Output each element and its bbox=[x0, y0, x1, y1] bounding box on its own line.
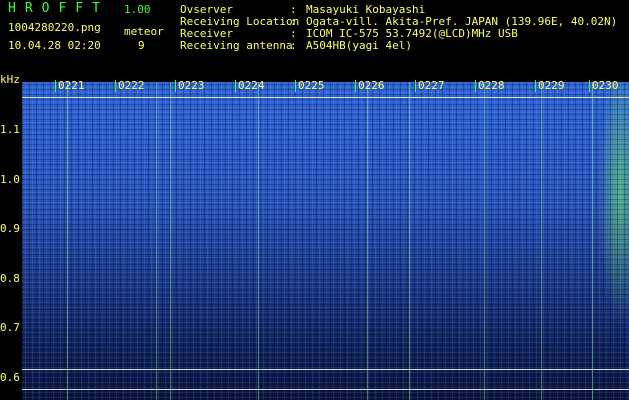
time-marker-label: 0225 bbox=[298, 79, 325, 92]
frequency-tick: 1.1 bbox=[0, 123, 20, 136]
time-marker-bar bbox=[235, 80, 236, 92]
meteor-streak bbox=[67, 82, 68, 400]
time-marker-label: 0226 bbox=[358, 79, 385, 92]
time-marker-label: 0228 bbox=[478, 79, 505, 92]
bottom-reference-line bbox=[22, 389, 629, 390]
time-marker-bar bbox=[355, 80, 356, 92]
recording-datetime: 10.04.28 02:20 bbox=[8, 39, 101, 52]
time-marker-bar bbox=[115, 80, 116, 92]
time-marker-bar bbox=[415, 80, 416, 92]
meteor-streak bbox=[592, 82, 593, 400]
frequency-tick: 0.9 bbox=[0, 222, 20, 235]
time-marker-bar bbox=[589, 80, 590, 92]
frequency-axis-unit: kHz bbox=[0, 73, 20, 86]
time-marker-bar bbox=[55, 80, 56, 92]
file-name: 1004280220.png bbox=[8, 21, 101, 34]
time-marker-bar bbox=[175, 80, 176, 92]
meteor-streak bbox=[170, 82, 171, 400]
antenna-label: Receiving antenna bbox=[180, 39, 293, 52]
meteor-streak bbox=[367, 82, 368, 400]
frequency-tick: 0.8 bbox=[0, 272, 20, 285]
frequency-tick: 0.6 bbox=[0, 371, 20, 384]
time-marker-bar bbox=[535, 80, 536, 92]
time-marker-label: 0223 bbox=[178, 79, 205, 92]
frequency-tick: 1.0 bbox=[0, 173, 20, 186]
meteor-streak bbox=[484, 82, 485, 400]
meteor-streak bbox=[541, 82, 542, 400]
meteor-label: meteor bbox=[124, 25, 164, 38]
time-marker-bar bbox=[475, 80, 476, 92]
meteor-streak bbox=[258, 82, 259, 400]
spectrogram-panel bbox=[22, 82, 629, 400]
antenna-value: A504HB(yagi 4el) bbox=[306, 39, 412, 52]
time-marker-bar bbox=[295, 80, 296, 92]
time-marker-label: 0230 bbox=[592, 79, 619, 92]
antenna-separator: : bbox=[290, 39, 297, 52]
time-marker-label: 0227 bbox=[418, 79, 445, 92]
meteor-streak bbox=[156, 82, 157, 400]
time-marker-label: 0222 bbox=[118, 79, 145, 92]
app-version: 1.00 bbox=[124, 3, 151, 16]
time-marker-label: 0229 bbox=[538, 79, 565, 92]
time-marker-label: 0221 bbox=[58, 79, 85, 92]
lower-reference-line bbox=[22, 369, 629, 370]
frequency-tick: 0.7 bbox=[0, 321, 20, 334]
app-title: HROFFT bbox=[8, 1, 109, 16]
time-marker-label: 0224 bbox=[238, 79, 265, 92]
top-reference-line bbox=[22, 97, 629, 98]
meteor-count: 9 bbox=[138, 39, 145, 52]
meteor-streak bbox=[409, 82, 410, 400]
spectrogram-noise bbox=[22, 82, 629, 400]
